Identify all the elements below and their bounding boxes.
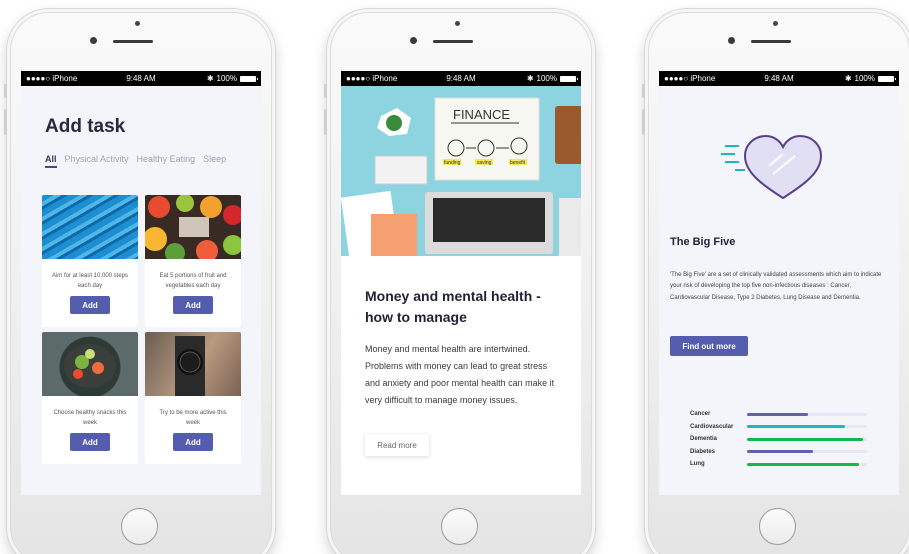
volume-up-button: [324, 109, 327, 135]
finance-hero-image: FINANCE funding saving benefit: [341, 86, 581, 256]
salad-photo: [42, 332, 138, 396]
volume-up-button: [642, 109, 645, 135]
screen-big-five: ●●●●○ iPhone 9:48 AM ✱ 100% The Big Five…: [659, 71, 899, 495]
risk-row-lung: Lung: [690, 458, 870, 471]
find-out-more-button[interactable]: Find out more: [670, 336, 748, 356]
category-tabs: All Physical Activity Healthy Eating Sle…: [45, 154, 226, 168]
task-text: Choose healthy snacks this week: [53, 410, 127, 426]
risk-fill: [747, 412, 809, 416]
section-title: The Big Five: [670, 236, 736, 248]
risk-bars: Cancer Cardiovascular Dementia Diabetes …: [690, 408, 870, 471]
tab-sleep[interactable]: Sleep: [203, 154, 226, 164]
proximity-sensor: [773, 21, 778, 26]
risk-row-cardiovascular: Cardiovascular: [690, 421, 870, 434]
risk-track: [747, 450, 867, 454]
desk-illustration: FINANCE funding saving benefit: [341, 86, 581, 256]
fruit-illustration: [145, 195, 241, 263]
mute-switch: [4, 84, 7, 98]
proximity-sensor: [135, 21, 140, 26]
mute-switch: [642, 84, 645, 98]
risk-label: Cancer: [690, 411, 711, 418]
battery-icon: [560, 75, 578, 82]
add-button[interactable]: Add: [173, 433, 213, 451]
task-text: Try to be more active this week: [159, 410, 227, 426]
risk-fill: [747, 450, 813, 454]
risk-track: [747, 412, 867, 416]
read-more-button[interactable]: Read more: [365, 434, 429, 456]
add-button[interactable]: Add: [173, 296, 213, 314]
risk-row-diabetes: Diabetes: [690, 446, 870, 459]
section-description: 'The Big Five' are a set of clinically v…: [670, 272, 882, 301]
risk-track: [747, 425, 867, 429]
finance-label-benefit: benefit: [510, 160, 526, 166]
risk-track: [747, 437, 867, 441]
article-text: Money and mental health are intertwined.…: [365, 344, 555, 406]
article-body: Money and mental health - how to manage …: [341, 256, 581, 495]
smartwatch-photo: [145, 332, 241, 396]
add-button[interactable]: Add: [70, 296, 110, 314]
earpiece-speaker: [751, 40, 791, 43]
status-time: 9:48 AM: [446, 74, 476, 83]
risk-track: [747, 462, 867, 466]
screen-add-task: ●●●●○ iPhone 9:48 AM ✱ 100% Add task All…: [21, 71, 261, 495]
finance-label-saving: saving: [477, 160, 492, 166]
risk-label: Dementia: [690, 436, 718, 443]
task-card-steps: Aim for at least 10,000 steps each day A…: [42, 195, 138, 327]
heart-icon: [721, 134, 823, 200]
finance-label-funding: funding: [444, 160, 461, 166]
front-camera: [728, 37, 735, 44]
add-button[interactable]: Add: [70, 433, 110, 451]
home-button[interactable]: [759, 508, 796, 545]
tab-healthy-eating[interactable]: Healthy Eating: [137, 154, 196, 164]
battery-icon: [878, 75, 896, 82]
status-time: 9:48 AM: [764, 74, 794, 83]
status-bar: ●●●●○ iPhone 9:48 AM ✱ 100%: [21, 71, 261, 86]
tab-physical-activity[interactable]: Physical Activity: [65, 154, 129, 164]
risk-row-dementia: Dementia: [690, 433, 870, 446]
front-camera: [410, 37, 417, 44]
task-text: Eat 5 portions of fruit and vegetables e…: [159, 273, 227, 289]
risk-label: Cardiovascular: [690, 423, 734, 430]
home-button[interactable]: [121, 508, 158, 545]
tab-all[interactable]: All: [45, 154, 57, 168]
risk-fill: [747, 462, 859, 466]
risk-row-cancer: Cancer: [690, 408, 870, 421]
task-card-fruit: Eat 5 portions of fruit and vegetables e…: [145, 195, 241, 327]
battery-icon: [240, 75, 258, 82]
page-title: Add task: [45, 116, 126, 137]
risk-label: Diabetes: [690, 448, 716, 455]
risk-label: Lung: [690, 461, 705, 468]
volume-up-button: [4, 109, 7, 135]
task-text: Aim for at least 10,000 steps each day: [51, 273, 129, 289]
phone-add-task: ●●●●○ iPhone 9:48 AM ✱ 100% Add task All…: [4, 9, 275, 554]
task-card-active: Try to be more active this week Add: [145, 332, 241, 464]
fruit-photo: [145, 195, 241, 263]
status-bar: ●●●●○ iPhone 9:48 AM ✱ 100%: [341, 71, 581, 86]
earpiece-speaker: [433, 40, 473, 43]
article-title: Money and mental health - how to manage: [365, 288, 541, 325]
risk-fill: [747, 437, 864, 441]
finance-board-title: FINANCE: [453, 107, 510, 122]
front-camera: [90, 37, 97, 44]
status-time: 9:48 AM: [126, 74, 156, 83]
phone-big-five: ●●●●○ iPhone 9:48 AM ✱ 100% The Big Five…: [642, 9, 909, 554]
mute-switch: [324, 84, 327, 98]
status-bar: ●●●●○ iPhone 9:48 AM ✱ 100%: [659, 71, 899, 86]
risk-fill: [747, 425, 846, 429]
screen-article: ●●●●○ iPhone 9:48 AM ✱ 100% FINANCE fund…: [341, 71, 581, 495]
task-card-snacks: Choose healthy snacks this week Add: [42, 332, 138, 464]
escalator-photo: [42, 195, 138, 259]
salad-illustration: [64, 344, 116, 388]
smartwatch-illustration: [175, 336, 205, 396]
proximity-sensor: [455, 21, 460, 26]
phone-article: ●●●●○ iPhone 9:48 AM ✱ 100% FINANCE fund…: [324, 9, 595, 554]
home-button[interactable]: [441, 508, 478, 545]
earpiece-speaker: [113, 40, 153, 43]
